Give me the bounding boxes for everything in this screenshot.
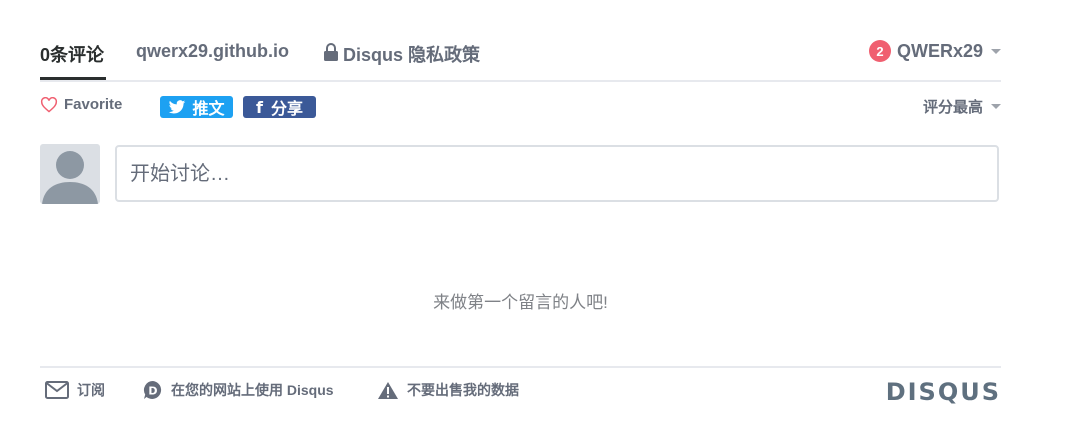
disqus-logo[interactable]: DISQUS <box>886 378 1001 406</box>
thread-actions: Favorite 推文 f 分享 评分最高 <box>40 94 1001 120</box>
default-avatar-icon <box>42 151 98 204</box>
warning-icon <box>378 381 398 399</box>
empty-thread-message: 来做第一个留言的人吧! <box>433 293 608 312</box>
favorite-button[interactable]: Favorite <box>40 96 122 113</box>
user-menu[interactable]: 2 QWERx29 <box>868 40 1001 62</box>
subscribe-link[interactable]: 订阅 <box>45 380 105 400</box>
envelope-icon <box>45 381 69 399</box>
subscribe-label: 订阅 <box>77 382 105 398</box>
lock-icon <box>324 43 338 61</box>
username[interactable]: QWERx29 <box>897 41 983 62</box>
twitter-bird-icon <box>169 99 186 114</box>
chevron-down-icon[interactable] <box>991 48 1001 54</box>
sort-dropdown[interactable]: 评分最高 <box>923 96 1001 117</box>
do-not-sell-link[interactable]: 不要出售我的数据 <box>377 380 519 400</box>
chevron-down-icon <box>991 104 1001 109</box>
heart-icon <box>40 96 58 113</box>
tab-privacy-policy[interactable]: Disqus 隐私政策 <box>324 41 480 67</box>
disqus-thread: 0条评论 qwerx29.github.io Disqus 隐私政策 2 QWE… <box>40 0 1001 441</box>
tab-community-site[interactable]: qwerx29.github.io <box>136 41 289 62</box>
sort-label: 评分最高 <box>922 99 983 116</box>
tweet-label: 推文 <box>192 101 225 118</box>
notification-badge[interactable]: 2 <box>868 40 891 62</box>
tweet-button[interactable]: 推文 <box>160 96 233 118</box>
privacy-label: Disqus 隐私政策 <box>343 45 481 65</box>
add-disqus-label: 在您的网站上使用 Disqus <box>171 382 334 398</box>
thread-footer: 订阅 D 在您的网站上使用 Disqus 不要出售我的数据 DISQUS <box>40 366 1001 412</box>
thread-nav: 0条评论 qwerx29.github.io Disqus 隐私政策 2 QWE… <box>40 30 1001 82</box>
comment-input[interactable]: 开始讨论… <box>115 145 999 202</box>
facebook-icon: f <box>256 97 263 117</box>
disqus-d-icon: D <box>143 381 162 399</box>
add-disqus-link[interactable]: D 在您的网站上使用 Disqus <box>143 380 334 400</box>
do-not-sell-label: 不要出售我的数据 <box>407 382 519 398</box>
active-tab-indicator <box>40 77 106 80</box>
avatar[interactable] <box>40 144 100 204</box>
favorite-label: Favorite <box>64 96 123 113</box>
facebook-share-button[interactable]: f 分享 <box>243 96 316 118</box>
svg-text:D: D <box>148 385 157 398</box>
share-label: 分享 <box>270 101 303 118</box>
tab-comments[interactable]: 0条评论 <box>40 41 104 67</box>
